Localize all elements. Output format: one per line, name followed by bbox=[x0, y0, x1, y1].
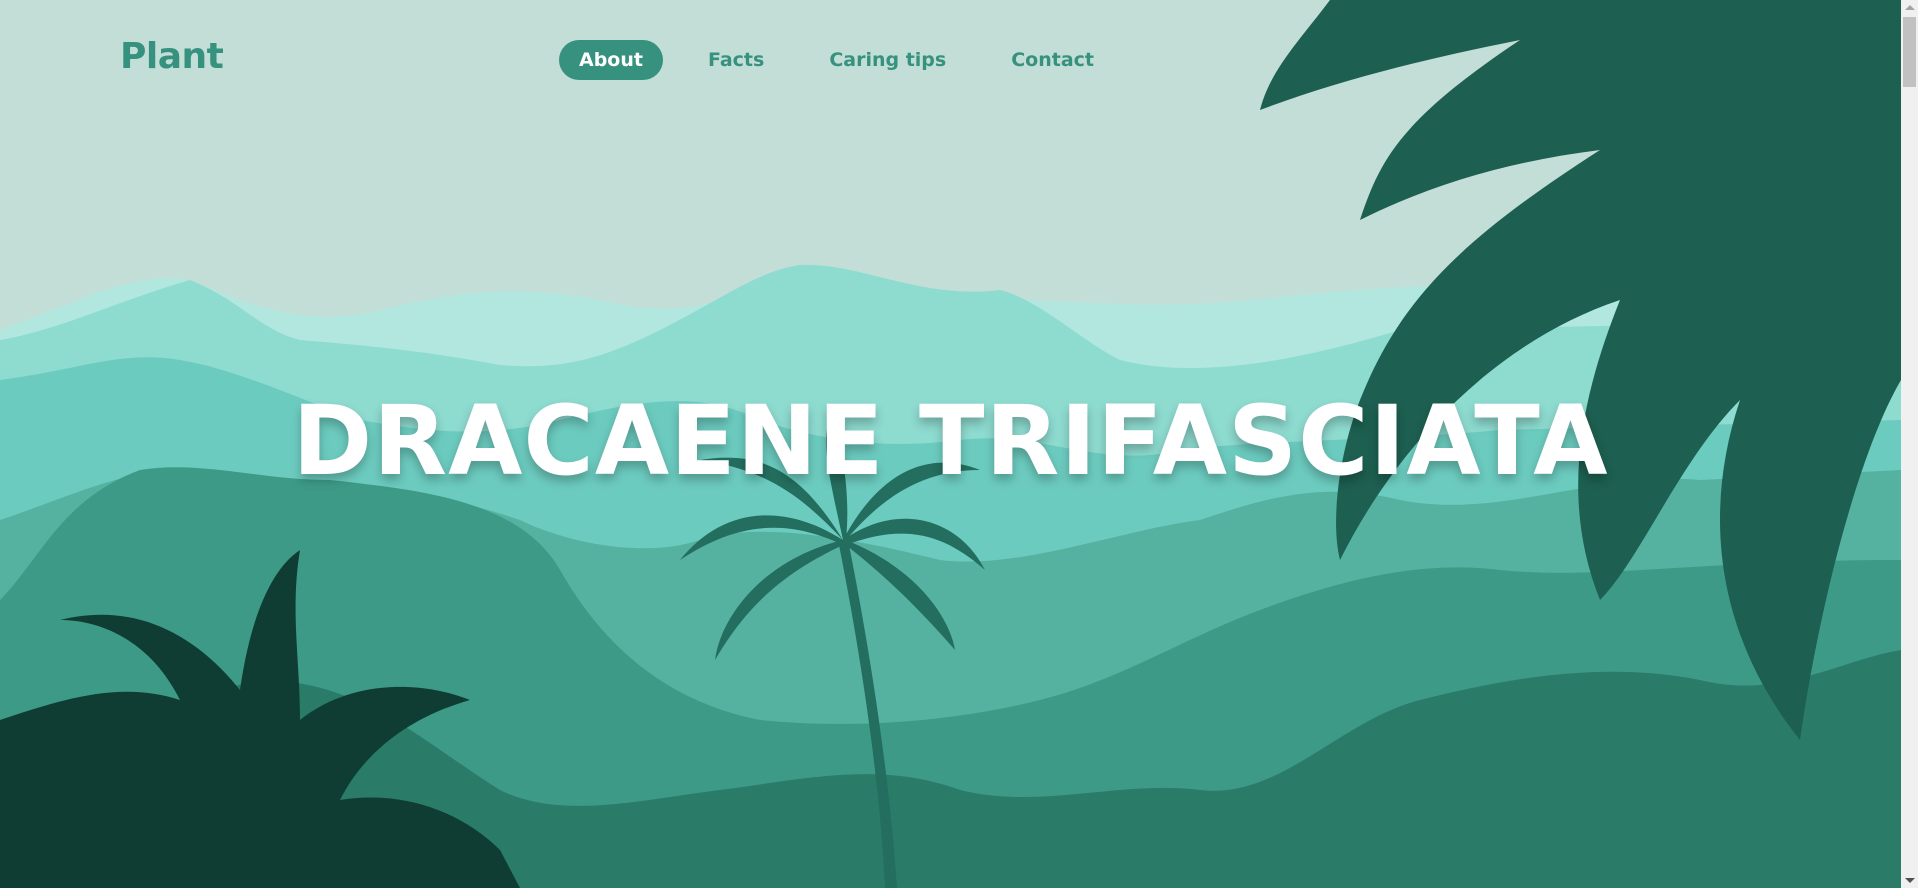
hero-title: DRACAENE TRIFASCIATA bbox=[292, 385, 1609, 497]
nav-link-caring-tips[interactable]: Caring tips bbox=[809, 40, 966, 80]
nav-link-about[interactable]: About bbox=[559, 40, 663, 80]
logo[interactable]: Plant bbox=[120, 36, 224, 77]
scroll-up-arrow-icon[interactable] bbox=[1905, 5, 1915, 10]
page: Plant About Facts Caring tips Contact DR… bbox=[0, 0, 1901, 888]
scrollbar-thumb[interactable] bbox=[1903, 17, 1916, 87]
nav-link-facts[interactable]: Facts bbox=[688, 40, 784, 80]
top-navigation: Plant About Facts Caring tips Contact bbox=[0, 0, 1901, 120]
nav-link-contact[interactable]: Contact bbox=[991, 40, 1114, 80]
vertical-scrollbar[interactable] bbox=[1901, 0, 1918, 888]
scroll-down-arrow-icon[interactable] bbox=[1905, 878, 1915, 883]
nav-menu: About Facts Caring tips Contact bbox=[559, 40, 1139, 80]
